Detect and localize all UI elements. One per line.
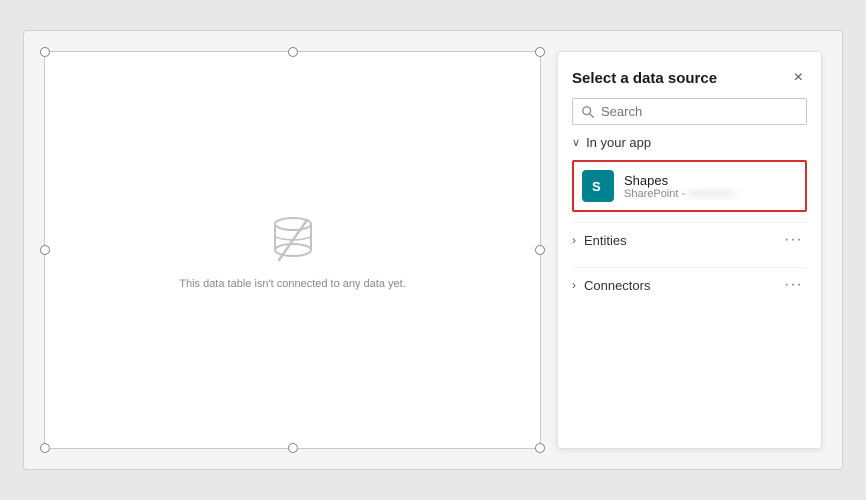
canvas-empty-label: This data table isn't connected to any d… [179, 278, 406, 290]
shapes-item-name: Shapes [624, 173, 797, 188]
handle-tr[interactable] [535, 47, 545, 57]
sharepoint-icon: S [588, 176, 608, 196]
canvas-area: This data table isn't connected to any d… [44, 51, 541, 449]
panel-header: Select a data source × [572, 68, 807, 88]
svg-text:S: S [592, 179, 601, 194]
data-source-panel: Select a data source × ∨ In your app S [557, 51, 822, 449]
shapes-item-info: Shapes SharePoint - •••••••••••• [624, 173, 797, 200]
in-your-app-section-header[interactable]: ∨ In your app [572, 135, 807, 150]
handle-tc[interactable] [288, 47, 298, 57]
connectors-ellipsis-button[interactable]: ··· [780, 276, 807, 294]
entities-chevron-icon: › [572, 233, 576, 247]
handle-br[interactable] [535, 443, 545, 453]
in-your-app-label: In your app [586, 135, 651, 150]
sharepoint-icon-bg: S [582, 170, 614, 202]
handle-tl[interactable] [40, 47, 50, 57]
panel-title: Select a data source [572, 70, 717, 87]
handle-ml[interactable] [40, 245, 50, 255]
handle-mr[interactable] [535, 245, 545, 255]
database-slash-icon [263, 210, 323, 270]
search-icon [581, 105, 595, 119]
entities-section[interactable]: › Entities ··· [572, 222, 807, 257]
handle-bc[interactable] [288, 443, 298, 453]
chevron-down-icon: ∨ [572, 136, 580, 149]
connectors-section[interactable]: › Connectors ··· [572, 267, 807, 302]
blurred-url: •••••••••••• [688, 188, 734, 200]
connectors-label: Connectors [584, 278, 650, 293]
entities-ellipsis-button[interactable]: ··· [780, 231, 807, 249]
close-button[interactable]: × [790, 68, 807, 88]
handle-bl[interactable] [40, 443, 50, 453]
main-container: This data table isn't connected to any d… [23, 30, 843, 470]
entities-label: Entities [584, 233, 627, 248]
canvas-content: This data table isn't connected to any d… [179, 210, 406, 290]
connectors-section-left: › Connectors [572, 278, 650, 293]
shapes-item-subtitle: SharePoint - •••••••••••• [624, 188, 797, 200]
shapes-datasource-item[interactable]: S Shapes SharePoint - •••••••••••• [572, 160, 807, 212]
search-input[interactable] [601, 104, 798, 119]
search-box [572, 98, 807, 125]
connectors-chevron-icon: › [572, 278, 576, 292]
entities-section-left: › Entities [572, 233, 627, 248]
